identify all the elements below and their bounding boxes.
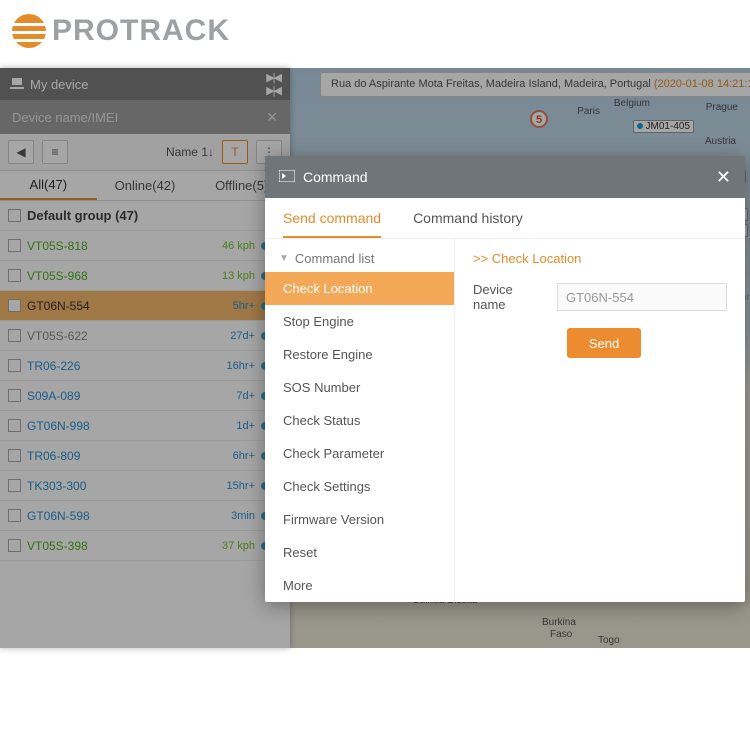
command-item[interactable]: Check Status: [265, 404, 454, 437]
logo-text: PROTRACK: [52, 14, 230, 48]
logo: PROTRACK: [12, 14, 738, 48]
chevron-down-icon: ▼: [279, 253, 289, 264]
modal-tabs: Send command Command history: [265, 198, 745, 239]
command-item[interactable]: Firmware Version: [265, 503, 454, 536]
command-item[interactable]: SOS Number: [265, 371, 454, 404]
modal-title: Command: [303, 169, 368, 185]
command-form: >> Check Location Device name Send: [455, 239, 745, 602]
command-item[interactable]: Stop Engine: [265, 305, 454, 338]
command-list-header[interactable]: ▼ Command list: [265, 245, 454, 272]
command-item[interactable]: Restore Engine: [265, 338, 454, 371]
command-item[interactable]: Check Settings: [265, 470, 454, 503]
command-modal: Command ✕ Send command Command history ▼…: [265, 156, 745, 602]
command-item[interactable]: Check Location: [265, 272, 454, 305]
command-icon: [279, 169, 295, 185]
send-button[interactable]: Send: [567, 328, 641, 358]
app-header: PROTRACK: [0, 0, 750, 68]
modal-header: Command ✕: [265, 156, 745, 198]
command-item[interactable]: More: [265, 569, 454, 602]
logo-mark-icon: [12, 14, 46, 48]
command-item[interactable]: Reset: [265, 536, 454, 569]
tab-command-history[interactable]: Command history: [413, 210, 523, 238]
tab-send-command[interactable]: Send command: [283, 210, 381, 238]
command-item[interactable]: Check Parameter: [265, 437, 454, 470]
device-name-input[interactable]: [557, 283, 727, 311]
form-title: >> Check Location: [473, 251, 727, 266]
command-list-column: ▼ Command list Check LocationStop Engine…: [265, 239, 455, 602]
device-name-label: Device name: [473, 282, 543, 312]
close-icon[interactable]: ✕: [716, 167, 731, 188]
